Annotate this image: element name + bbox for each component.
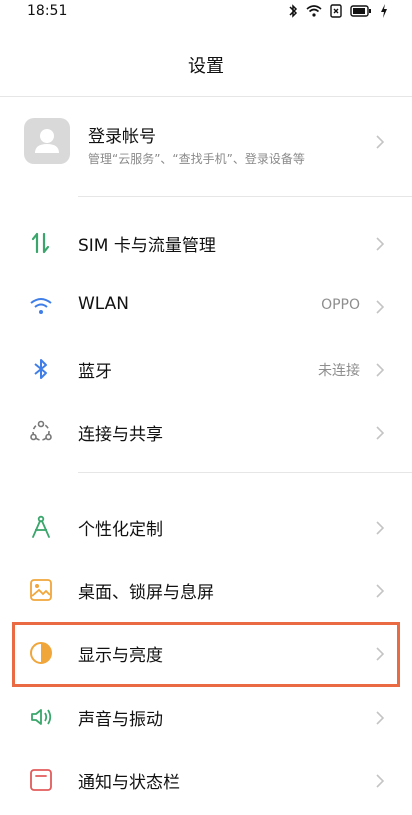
settings-item-sim[interactable]: SIM 卡与流量管理 bbox=[0, 214, 412, 274]
settings-item-personalize[interactable]: 个性化定制 bbox=[0, 498, 412, 558]
avatar bbox=[24, 118, 70, 164]
settings-item-sound[interactable]: 声音与振动 bbox=[0, 688, 412, 748]
notification-icon bbox=[30, 769, 52, 791]
chevron-right-icon bbox=[376, 237, 385, 251]
settings-item-desktop-lockscreen[interactable]: 桌面、锁屏与息屏 bbox=[0, 561, 412, 621]
settings-item-bluetooth[interactable]: 蓝牙 未连接 bbox=[0, 340, 412, 400]
sound-icon bbox=[31, 709, 52, 725]
chevron-right-icon bbox=[376, 363, 385, 377]
settings-item-label: 通知与状态栏 bbox=[78, 773, 180, 793]
share-icon bbox=[30, 420, 52, 441]
chevron-right-icon bbox=[376, 711, 385, 725]
bluetooth-status: 未连接 bbox=[318, 363, 360, 379]
settings-item-label: 蓝牙 bbox=[78, 362, 112, 382]
status-time: 18:51 bbox=[27, 3, 68, 19]
account-row[interactable]: 登录帐号 管理“云服务”、“查找手机”、登录设备等 bbox=[0, 108, 412, 182]
settings-item-label: 桌面、锁屏与息屏 bbox=[78, 583, 214, 603]
chevron-right-icon bbox=[376, 426, 385, 440]
sim-data-icon bbox=[31, 232, 50, 254]
settings-item-wlan[interactable]: WLAN OPPO bbox=[0, 277, 412, 337]
settings-item-label: 连接与共享 bbox=[78, 425, 163, 445]
settings-item-label: 个性化定制 bbox=[78, 520, 163, 540]
chevron-right-icon bbox=[376, 584, 385, 598]
chevron-right-icon bbox=[376, 135, 385, 149]
account-subtitle: 管理“云服务”、“查找手机”、登录设备等 bbox=[88, 152, 305, 166]
settings-item-connection-sharing[interactable]: 连接与共享 bbox=[0, 403, 412, 463]
header-divider bbox=[0, 96, 412, 97]
wifi-status-icon bbox=[306, 5, 322, 17]
status-bar: 18:51 bbox=[0, 0, 412, 24]
battery-icon bbox=[350, 5, 371, 17]
bluetooth-icon bbox=[34, 359, 47, 379]
status-icons bbox=[288, 4, 388, 18]
page-title: 设置 bbox=[188, 56, 224, 77]
section-divider bbox=[78, 196, 412, 197]
wallpaper-icon bbox=[30, 579, 52, 601]
bluetooth-status-icon bbox=[289, 4, 298, 18]
user-icon bbox=[35, 129, 59, 153]
settings-item-label: WLAN bbox=[78, 294, 130, 314]
settings-item-notifications[interactable]: 通知与状态栏 bbox=[0, 751, 412, 811]
chevron-right-icon bbox=[376, 774, 385, 788]
personalize-icon bbox=[32, 515, 50, 538]
chevron-right-icon bbox=[376, 300, 385, 314]
settings-item-label: 声音与振动 bbox=[78, 710, 163, 730]
wifi-icon bbox=[30, 298, 52, 314]
settings-item-label: SIM 卡与流量管理 bbox=[78, 236, 216, 256]
no-sim-icon bbox=[330, 4, 342, 18]
section-divider bbox=[78, 472, 412, 473]
highlight-box bbox=[12, 622, 400, 687]
account-title: 登录帐号 bbox=[88, 127, 156, 147]
chevron-right-icon bbox=[376, 521, 385, 535]
wlan-status: OPPO bbox=[321, 297, 360, 313]
charging-icon bbox=[381, 4, 387, 18]
